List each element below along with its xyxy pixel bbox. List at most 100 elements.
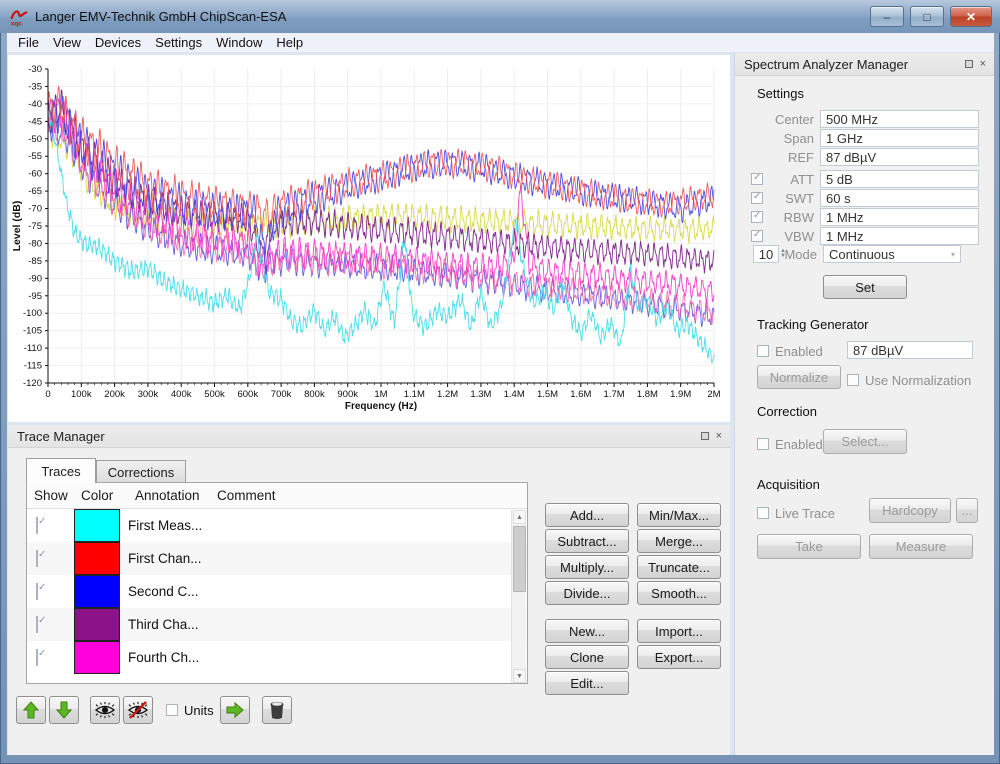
swt-input[interactable]: 60 s (820, 189, 979, 207)
trace-manager-header[interactable]: Trace Manager × (8, 425, 730, 448)
tab-traces[interactable]: Traces (26, 458, 96, 483)
trace-annotation: First Meas... (120, 518, 202, 533)
hide-all-traces-button[interactable] (123, 696, 153, 724)
center-input[interactable]: 500 MHz (820, 110, 979, 128)
table-row[interactable]: Third Cha... (27, 608, 527, 641)
menu-view[interactable]: View (46, 34, 88, 51)
trace-op-smooth-button[interactable]: Smooth... (637, 581, 721, 605)
span-input[interactable]: 1 GHz (820, 129, 979, 147)
rbw-input[interactable]: 1 MHz (820, 208, 979, 226)
table-row[interactable]: First Chan... (27, 542, 527, 575)
menu-help[interactable]: Help (269, 34, 310, 51)
set-button[interactable]: Set (823, 275, 907, 299)
tg-level-input[interactable]: 87 dBµV (847, 341, 973, 359)
svg-text:-85: -85 (28, 256, 42, 267)
att-checkbox[interactable] (751, 173, 763, 185)
trace-op-export-button[interactable]: Export... (637, 645, 721, 669)
move-trace-down-icon (55, 701, 73, 719)
rbw-checkbox[interactable] (751, 211, 763, 223)
use-normalization-checkbox[interactable] (847, 374, 859, 386)
scroll-up-icon[interactable]: ▲ (513, 510, 526, 524)
trace-op-divide-button[interactable]: Divide... (545, 581, 629, 605)
app-window: xqc Langer EMV-Technik GmbH ChipScan-ESA… (0, 0, 1000, 764)
normalize-button[interactable]: Normalize (757, 365, 841, 389)
svg-text:500k: 500k (204, 389, 225, 400)
show-trace-checkbox[interactable] (36, 649, 38, 666)
units-label: Units (184, 703, 214, 718)
trace-op-import-button[interactable]: Import... (637, 619, 721, 643)
trace-op-merge-button[interactable]: Merge... (637, 529, 721, 553)
svg-text:900k: 900k (337, 389, 358, 400)
att-input[interactable]: 5 dB (820, 170, 979, 188)
spinner-arrows-icon[interactable]: ▲▼ (780, 245, 786, 263)
table-row[interactable]: First Meas... (27, 509, 527, 542)
trace-color-swatch[interactable] (74, 509, 120, 542)
menu-bar: FileViewDevicesSettingsWindowHelp (7, 33, 994, 53)
tab-corrections[interactable]: Corrections (96, 460, 186, 483)
trace-op-edit-button[interactable]: Edit... (545, 671, 629, 695)
svg-text:Level (dB): Level (dB) (11, 201, 23, 252)
panel-close-icon[interactable]: × (716, 432, 722, 440)
ref-input[interactable]: 87 dBµV (820, 148, 979, 166)
trace-op-subtract-button[interactable]: Subtract... (545, 529, 629, 553)
table-row[interactable]: Second C... (27, 575, 527, 608)
trace-op-add-button[interactable]: Add... (545, 503, 629, 527)
trace-op-new-button[interactable]: New... (545, 619, 629, 643)
mode-combobox[interactable]: Continuous ▾ (823, 245, 961, 263)
hardcopy-button[interactable]: Hardcopy (869, 498, 951, 523)
title-bar[interactable]: xqc Langer EMV-Technik GmbH ChipScan-ESA… (0, 0, 1000, 33)
take-button[interactable]: Take (757, 534, 861, 559)
trace-manager-body: Traces Corrections Show Color Annotation… (8, 448, 730, 755)
correction-select-button[interactable]: Select... (823, 429, 907, 454)
svg-text:700k: 700k (271, 389, 292, 400)
trace-op-clone-button[interactable]: Clone (545, 645, 629, 669)
swt-label: SWT (766, 191, 814, 206)
trace-op-truncate-button[interactable]: Truncate... (637, 555, 721, 579)
trace-color-swatch[interactable] (74, 575, 120, 608)
tg-enabled-checkbox[interactable] (757, 345, 769, 357)
correction-enabled-label: Enabled (775, 437, 823, 452)
show-trace-checkbox[interactable] (36, 583, 38, 600)
move-trace-up-button[interactable] (16, 696, 46, 724)
trace-color-swatch[interactable] (74, 608, 120, 641)
delete-trace-button[interactable] (262, 696, 292, 724)
move-trace-down-button[interactable] (49, 696, 79, 724)
scrollbar-thumb[interactable] (513, 526, 526, 592)
trace-op-minmax-button[interactable]: Min/Max... (637, 503, 721, 527)
menu-devices[interactable]: Devices (88, 34, 148, 51)
menu-file[interactable]: File (11, 34, 46, 51)
panel-float-icon[interactable] (965, 60, 973, 68)
show-trace-checkbox[interactable] (36, 616, 38, 633)
spectrum-analyzer-manager-panel: Spectrum Analyzer Manager × Settings Cen… (734, 53, 994, 755)
live-trace-checkbox[interactable] (757, 507, 769, 519)
scroll-down-icon[interactable]: ▼ (513, 669, 526, 683)
close-button[interactable]: ✕ (950, 6, 992, 27)
panel-float-icon[interactable] (701, 432, 709, 440)
use-normalization-row: Use Normalization (847, 371, 971, 389)
show-trace-checkbox[interactable] (36, 550, 38, 567)
correction-label: Correction (757, 404, 817, 419)
minimize-button[interactable]: – (870, 6, 904, 27)
correction-enabled-checkbox[interactable] (757, 438, 769, 450)
trace-color-swatch[interactable] (74, 641, 120, 674)
trace-table-scrollbar[interactable]: ▲ ▼ (511, 510, 526, 683)
panel-close-icon[interactable]: × (980, 60, 986, 68)
swt-checkbox[interactable] (751, 192, 763, 204)
measure-button[interactable]: Measure (869, 534, 973, 559)
show-trace-checkbox[interactable] (36, 517, 38, 534)
vbw-input[interactable]: 1 MHz (820, 227, 979, 245)
hardcopy-more-button[interactable]: ... (956, 498, 978, 523)
mode-count-spinner[interactable]: 10 (753, 245, 779, 263)
units-checkbox[interactable] (166, 704, 178, 716)
maximize-button[interactable]: □ (910, 6, 944, 27)
apply-button[interactable] (220, 696, 250, 724)
menu-settings[interactable]: Settings (148, 34, 209, 51)
table-row[interactable]: Fourth Ch... (27, 641, 527, 674)
trace-color-swatch[interactable] (74, 542, 120, 575)
sam-header[interactable]: Spectrum Analyzer Manager × (735, 53, 994, 76)
menu-window[interactable]: Window (209, 34, 269, 51)
vbw-checkbox[interactable] (751, 230, 763, 242)
vbw-label: VBW (766, 229, 814, 244)
show-all-traces-button[interactable] (90, 696, 120, 724)
trace-op-multiply-button[interactable]: Multiply... (545, 555, 629, 579)
